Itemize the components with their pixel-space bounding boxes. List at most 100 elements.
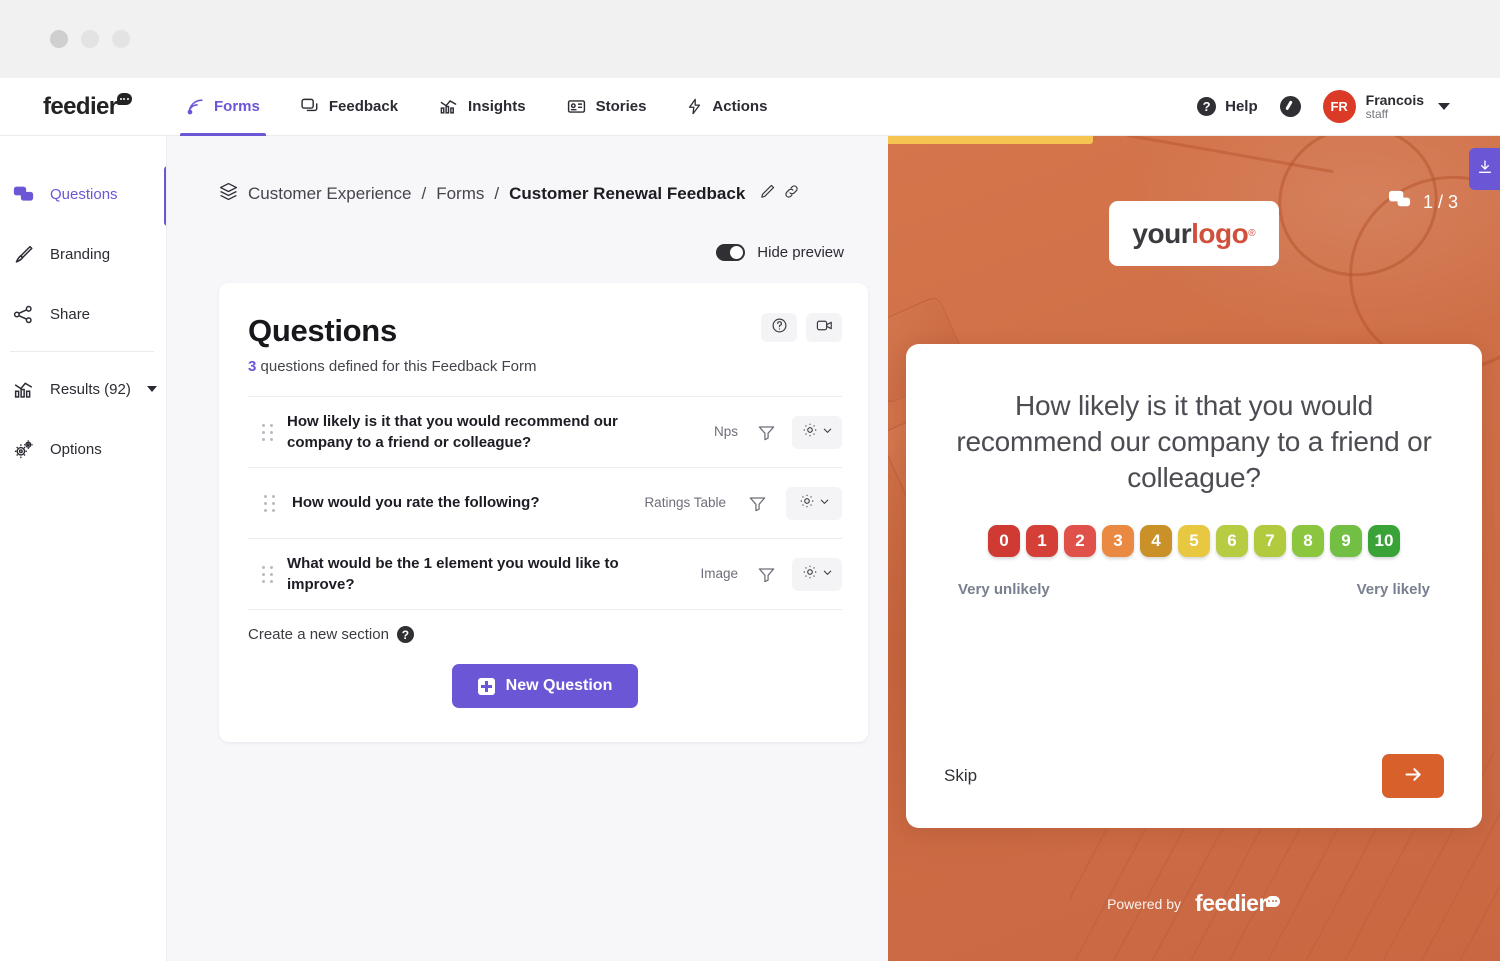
main-nav-items: Forms Feedback Insights [166,78,787,136]
drag-handle-icon[interactable] [248,424,287,441]
chevron-down-icon [822,565,833,583]
help-tooltip-icon[interactable]: ? [397,626,414,643]
chevron-down-icon [822,423,833,441]
nps-scale: 0 1 2 3 4 5 6 7 8 9 10 [944,525,1444,557]
breadcrumb-workspace[interactable]: Customer Experience [248,184,411,204]
page-counter: 1 / 3 [1387,188,1458,216]
chevron-down-icon [1438,103,1450,110]
create-new-section-link[interactable]: Create a new section ? [248,609,842,643]
window-maximize-dot[interactable] [112,30,130,48]
help-button[interactable]: ? Help [1197,97,1258,116]
next-question-button[interactable] [1382,754,1444,798]
nps-option-10[interactable]: 10 [1368,525,1400,557]
nps-option-8[interactable]: 8 [1292,525,1324,557]
question-type: Image [637,564,744,585]
question-settings-button[interactable] [786,487,842,520]
chevron-down-icon [819,494,830,512]
sidebar-item-options[interactable]: Options [0,419,166,479]
skip-button[interactable]: Skip [944,766,977,786]
nav-tab-feedback[interactable]: Feedback [280,78,418,136]
window-close-dot[interactable] [50,30,68,48]
nps-option-7[interactable]: 7 [1254,525,1286,557]
page-counter-label: 1 / 3 [1423,192,1458,213]
breadcrumb-section[interactable]: Forms [436,184,484,204]
nav-tab-stories[interactable]: Stories [546,78,667,136]
nav-right-cluster: ? Help FR Francois staff [1197,90,1500,123]
powered-by-brand: feedier [1195,890,1281,917]
nps-option-0[interactable]: 0 [988,525,1020,557]
sidebar: Questions Branding Share [0,136,166,961]
gear-icon [799,493,815,514]
copy-link-icon[interactable] [783,183,800,205]
breadcrumb-separator-2: / [494,184,499,204]
video-tutorial-button[interactable] [806,313,842,342]
download-button[interactable] [1469,148,1500,190]
chat-bubble-icon [117,93,132,105]
question-settings-button[interactable] [792,558,842,591]
preview-logo-registered: ® [1248,228,1255,239]
new-question-label: New Question [506,677,613,695]
nps-scale-labels: Very unlikely Very likely [944,581,1444,598]
preview-card-footer: Skip [944,754,1444,798]
filter-icon[interactable] [744,565,788,584]
questions-list: How likely is it that you would recommen… [248,396,842,609]
questions-count-rest: questions defined for this Feedback Form [256,358,536,375]
nps-option-9[interactable]: 9 [1330,525,1362,557]
question-settings-button[interactable] [792,416,842,449]
nps-option-1[interactable]: 1 [1026,525,1058,557]
app-window: feedier Forms Feedback [0,78,1500,961]
hide-preview-toggle[interactable] [716,244,745,261]
nav-tab-forms[interactable]: Forms [166,78,280,136]
nps-option-4[interactable]: 4 [1140,525,1172,557]
download-icon [1477,159,1493,180]
nps-option-5[interactable]: 5 [1178,525,1210,557]
sidebar-item-questions[interactable]: Questions [0,164,166,224]
performance-gauge-icon[interactable] [1280,96,1301,117]
feedier-logo[interactable]: feedier [0,93,166,121]
nps-label-right: Very likely [1357,581,1430,598]
sidebar-item-branding[interactable]: Branding [0,224,166,284]
question-type: Ratings Table [612,493,732,514]
nav-tab-actions[interactable]: Actions [666,78,787,136]
speech-bubbles-icon [1387,188,1412,216]
nps-option-3[interactable]: 3 [1102,525,1134,557]
question-text: How likely is it that you would recommen… [287,411,637,454]
drag-handle-icon[interactable] [248,566,287,583]
window-minimize-dot[interactable] [81,30,99,48]
table-row[interactable]: How would you rate the following? Rating… [248,467,842,538]
stories-icon [566,97,587,116]
nps-option-6[interactable]: 6 [1216,525,1248,557]
questions-card-header: Questions 3 questions defined for this F… [248,313,842,375]
preview-logo-first: your [1132,218,1191,250]
nav-tab-insights[interactable]: Insights [418,78,546,136]
chat-bubbles-icon [10,184,36,205]
preview-logo: yourlogo® [1109,201,1279,266]
drag-handle-icon[interactable] [248,495,292,512]
sidebar-item-results[interactable]: Results (92) [0,359,166,419]
sidebar-item-share[interactable]: Share [0,284,166,344]
user-role: staff [1366,108,1424,122]
user-menu[interactable]: FR Francois staff [1323,90,1450,123]
nav-tab-forms-label: Forms [214,98,260,115]
nps-option-2[interactable]: 2 [1064,525,1096,557]
preview-question-card: How likely is it that you would recommen… [906,344,1482,828]
sidebar-item-share-label: Share [50,306,90,323]
new-question-button[interactable]: New Question [452,664,639,708]
feedback-icon [300,97,320,116]
gear-icon [802,422,818,443]
help-label: Help [1225,98,1258,115]
plus-icon [478,678,495,695]
brand-wordmark: feedier [43,93,118,121]
table-row[interactable]: What would be the 1 element you would li… [248,538,842,609]
breadcrumb-separator-1: / [421,184,426,204]
sidebar-divider [10,351,154,352]
edit-pencil-icon[interactable] [759,183,776,205]
brush-icon [10,244,36,265]
table-row[interactable]: How likely is it that you would recommen… [248,396,842,467]
nav-tab-feedback-label: Feedback [329,98,398,115]
sidebar-item-options-label: Options [50,441,102,458]
filter-icon[interactable] [744,423,788,442]
top-navigation-bar: feedier Forms Feedback [0,78,1500,136]
filter-icon[interactable] [732,494,782,513]
help-circle-button[interactable] [761,313,797,342]
